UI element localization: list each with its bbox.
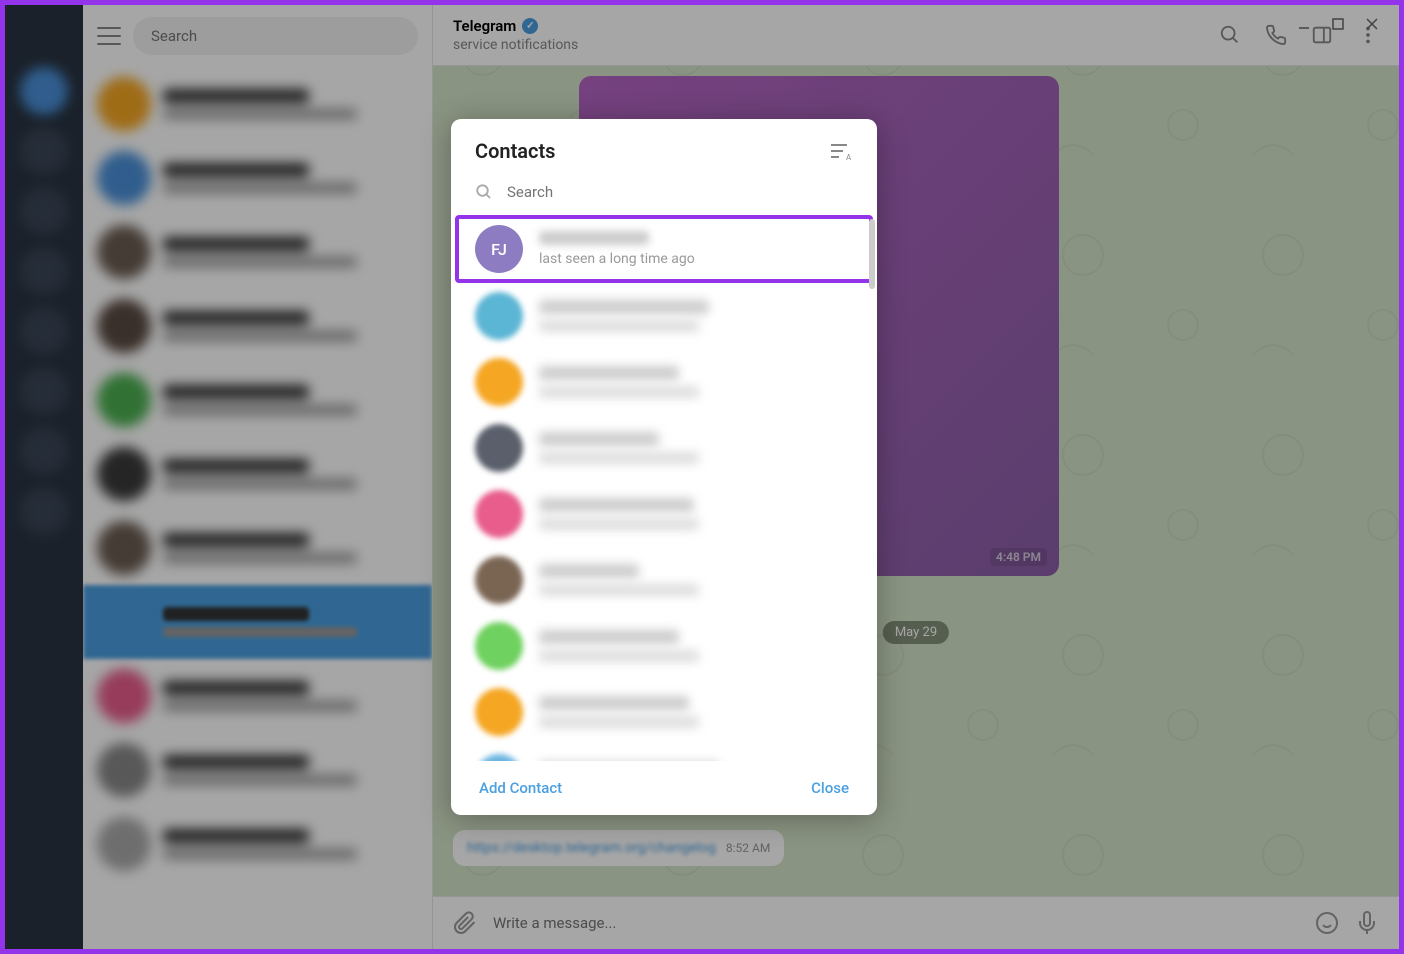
contact-avatar xyxy=(475,424,523,472)
add-contact-button[interactable]: Add Contact xyxy=(479,779,562,797)
contact-status: last seen a long time ago xyxy=(539,251,853,267)
contact-name xyxy=(539,696,689,710)
contact-avatar: FJ xyxy=(475,225,523,273)
contact-row[interactable] xyxy=(451,349,877,415)
contact-avatar xyxy=(475,688,523,736)
contact-status xyxy=(539,584,699,596)
contact-row[interactable] xyxy=(451,415,877,481)
contact-status xyxy=(539,320,699,332)
modal-title: Contacts xyxy=(475,139,555,163)
contact-avatar xyxy=(475,292,523,340)
contact-row[interactable] xyxy=(451,283,877,349)
contacts-list: FJ last seen a long time ago xyxy=(451,215,877,761)
contact-status xyxy=(539,518,699,530)
contact-row[interactable] xyxy=(451,745,877,761)
contact-name xyxy=(539,300,709,314)
contact-status xyxy=(539,386,699,398)
contact-avatar xyxy=(475,622,523,670)
contact-row[interactable] xyxy=(451,547,877,613)
close-button[interactable]: Close xyxy=(811,779,849,797)
contact-name xyxy=(539,231,649,245)
sort-icon[interactable]: A xyxy=(829,141,853,161)
svg-text:A: A xyxy=(846,153,852,161)
scrollbar-thumb[interactable] xyxy=(869,219,875,289)
contact-avatar xyxy=(475,490,523,538)
contact-avatar xyxy=(475,556,523,604)
contact-avatar xyxy=(475,754,523,761)
contacts-modal: Contacts A FJ last seen a long time ago A… xyxy=(451,119,877,815)
contact-row[interactable] xyxy=(451,613,877,679)
search-icon xyxy=(475,183,493,201)
contact-name xyxy=(539,630,679,644)
contact-row[interactable]: FJ last seen a long time ago xyxy=(455,215,873,283)
contact-avatar xyxy=(475,358,523,406)
contact-status xyxy=(539,452,699,464)
contact-name xyxy=(539,498,694,512)
contact-name xyxy=(539,366,679,380)
contact-row[interactable] xyxy=(451,679,877,745)
contacts-search-input[interactable] xyxy=(507,183,853,201)
contact-name xyxy=(539,564,639,578)
contact-status xyxy=(539,716,699,728)
contact-status xyxy=(539,650,699,662)
contact-name xyxy=(539,432,659,446)
contact-row[interactable] xyxy=(451,481,877,547)
